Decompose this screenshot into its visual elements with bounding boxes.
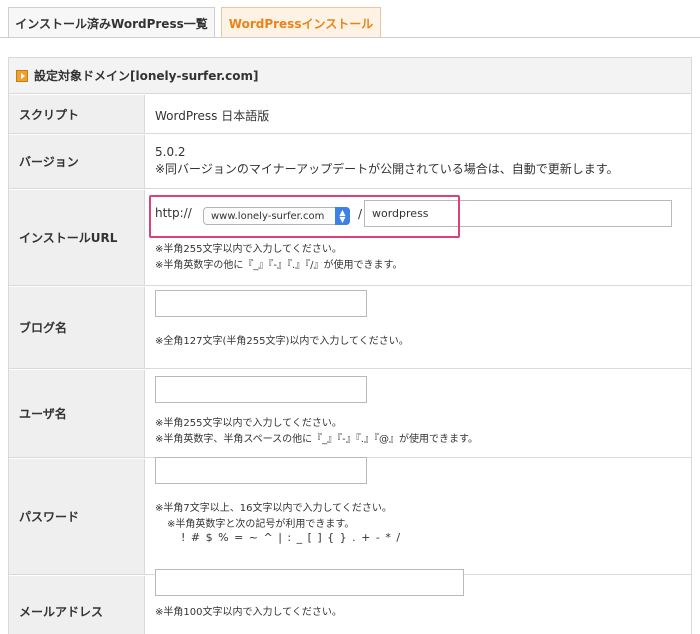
email-note: ※半角100文字以内で入力してください。 (155, 607, 342, 618)
password-content: ※半角7文字以上、16文字以内で入力してください。 ※半角英数字と次の記号が利用… (155, 457, 681, 574)
tab-installed-list[interactable]: インストール済みWordPress一覧 (8, 7, 215, 38)
label-version: バージョン (9, 135, 145, 188)
arrow-right-icon (16, 69, 28, 82)
url-highlight-box (149, 195, 460, 238)
settings-table: 設定対象ドメイン[lonely-surfer.com] スクリプト WordPr… (8, 57, 692, 634)
tab-bar: インストール済みWordPress一覧 WordPressインストール (0, 0, 700, 38)
version-note: ※同バージョンのマイナーアップデートが公開されている場合は、自動で更新します。 (155, 162, 619, 176)
password-symbols: ! # $ % = ~ ^ | : _ [ ] { } . + - * / (181, 531, 402, 544)
url-note-chars: ※半角英数字の他に『_』『-』『.』『/』が使用できます。 (155, 260, 403, 271)
version-content: 5.0.2 ※同バージョンのマイナーアップデートが公開されている場合は、自動で更… (155, 135, 681, 188)
label-email: メールアドレス (9, 576, 145, 634)
row-version: バージョン 5.0.2 ※同バージョンのマイナーアップデートが公開されている場合… (9, 135, 691, 189)
label-blog-name: ブログ名 (9, 287, 145, 368)
email-content: ※半角100文字以内で入力してください。 (155, 569, 681, 634)
label-script: スクリプト (9, 95, 145, 133)
username-input[interactable] (155, 376, 367, 403)
password-note-chars: ※半角英数字と次の記号が利用できます。 (167, 519, 355, 530)
label-install-url: インストールURL (9, 190, 145, 285)
row-install-url: インストールURL http:// www.lonely-surfer.com … (9, 190, 691, 286)
row-password: パスワード ※半角7文字以上、16文字以内で入力してください。 ※半角英数字と次… (9, 457, 691, 575)
username-note-length: ※半角255文字以内で入力してください。 (155, 418, 342, 429)
label-password: パスワード (9, 459, 145, 574)
row-script: スクリプト WordPress 日本語版 (9, 95, 691, 134)
row-username: ユーザ名 ※半角255文字以内で入力してください。 ※半角英数字、半角スペースの… (9, 370, 691, 458)
blog-name-input[interactable] (155, 290, 367, 317)
url-note-length: ※半角255文字以内で入力してください。 (155, 244, 342, 255)
username-content: ※半角255文字以内で入力してください。 ※半角英数字、半角スペースの他に『_』… (155, 370, 681, 457)
row-blog-name: ブログ名 ※全角127文字(半角255文字)以内で入力してください。 (9, 287, 691, 369)
panel-title: 設定対象ドメイン[lonely-surfer.com] (34, 69, 259, 83)
script-value: WordPress 日本語版 (155, 109, 270, 123)
tab-wordpress-install[interactable]: WordPressインストール (221, 7, 381, 38)
script-content: WordPress 日本語版 (155, 95, 681, 133)
email-input[interactable] (155, 569, 464, 596)
label-username: ユーザ名 (9, 370, 145, 457)
blog-name-note: ※全角127文字(半角255文字)以内で入力してください。 (155, 336, 409, 347)
username-note-chars: ※半角英数字、半角スペースの他に『_』『-』『.』『@』が使用できます。 (155, 434, 478, 445)
panel-header: 設定対象ドメイン[lonely-surfer.com] (9, 58, 691, 94)
blog-name-content: ※全角127文字(半角255文字)以内で入力してください。 (155, 287, 681, 368)
row-email: メールアドレス ※半角100文字以内で入力してください。 (9, 569, 691, 634)
tab-divider (0, 37, 700, 38)
password-note-length: ※半角7文字以上、16文字以内で入力してください。 (155, 503, 392, 514)
password-input[interactable] (155, 457, 367, 484)
version-value: 5.0.2 (155, 145, 186, 159)
